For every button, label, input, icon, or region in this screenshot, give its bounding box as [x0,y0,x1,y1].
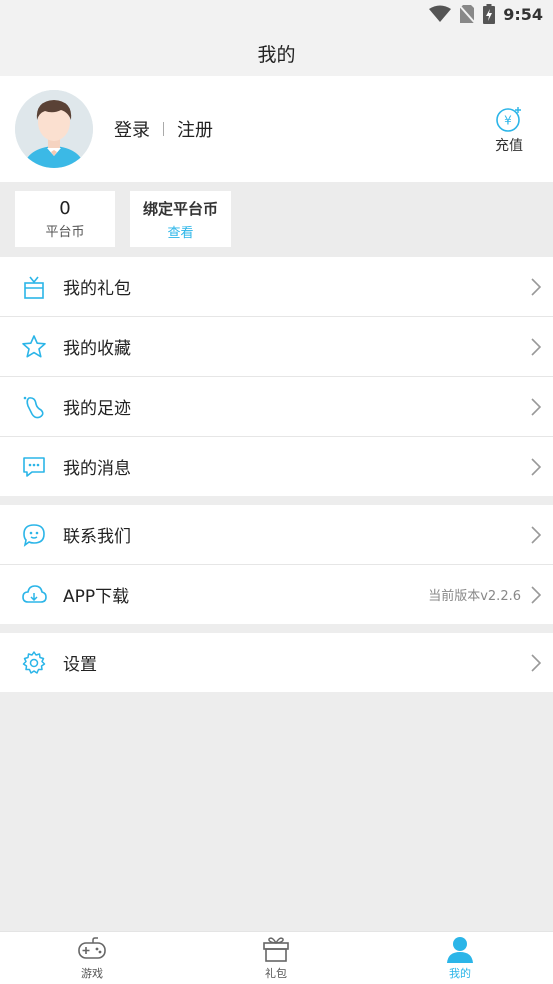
user-icon [447,937,473,963]
chevron-right-icon [531,654,541,672]
app-version-text: 当前版本v2.2.6 [428,589,521,604]
recharge-button[interactable]: ¥ 充值 [493,105,525,155]
chevron-right-icon [531,458,541,476]
chevron-right-icon [531,586,541,604]
gamepad-icon [78,937,106,959]
menu-label: 联系我们 [63,527,131,547]
menu-item-contact-us[interactable]: 联系我们 [0,505,553,565]
chevron-right-icon [531,526,541,544]
bound-coin-title: 绑定平台币 [142,199,218,218]
tab-gifts[interactable]: 礼包 [231,934,321,981]
gear-icon [22,651,46,674]
auth-links: 登录 注册 [114,116,213,142]
menu-item-settings[interactable]: 设置 [0,633,553,692]
bottom-tab-bar: 游戏 礼包 我的 [0,931,553,984]
chevron-right-icon [531,398,541,416]
tab-label: 游戏 [81,967,103,980]
platform-coin-label: 平台币 [45,225,85,240]
cloud-download-icon [22,585,47,603]
gift-box-icon [24,276,44,299]
menu-label: 我的消息 [63,459,131,479]
menu-group-settings: 设置 [0,633,553,692]
menu-group-support: 联系我们 APP下载 当前版本v2.2.6 [0,505,553,624]
chevron-right-icon [531,338,541,356]
menu-item-my-gifts[interactable]: 我的礼包 [0,257,553,317]
menu-label: 我的收藏 [63,339,131,359]
chat-bubble-icon [23,524,45,547]
menu-label: APP下载 [63,587,130,607]
menu-item-my-footprints[interactable]: 我的足迹 [0,377,553,437]
login-link[interactable]: 登录 [114,116,150,142]
svg-text:¥: ¥ [504,114,512,128]
auth-divider [163,122,164,136]
wifi-icon [429,5,452,22]
menu-item-my-favorites[interactable]: 我的收藏 [0,317,553,377]
register-link[interactable]: 注册 [177,116,213,142]
status-bar: 9:54 [0,0,553,30]
avatar[interactable] [15,90,93,168]
message-icon [23,457,45,477]
clock: 9:54 [503,4,543,24]
no-sim-icon [459,4,476,24]
platform-coin-value: 0 [59,198,71,219]
platform-coin-card[interactable]: 0 平台币 [15,191,115,247]
tab-games[interactable]: 游戏 [47,934,137,981]
menu-item-my-messages[interactable]: 我的消息 [0,437,553,496]
coin-section: 0 平台币 绑定平台币 查看 [0,182,553,257]
footprint-icon [23,396,44,419]
menu-label: 我的足迹 [63,399,131,419]
page-title-bar: 我的 [0,30,553,76]
menu-label: 设置 [63,655,97,675]
menu-label: 我的礼包 [63,279,131,299]
battery-icon [483,4,496,24]
star-icon [22,335,46,358]
recharge-label: 充值 [495,138,523,154]
gift-icon [263,937,289,962]
tab-mine[interactable]: 我的 [415,934,505,981]
yuan-coin-icon: ¥ [496,107,521,132]
menu-item-app-download[interactable]: APP下载 当前版本v2.2.6 [0,565,553,624]
page-title: 我的 [257,43,296,66]
tab-label: 礼包 [265,967,287,980]
chevron-right-icon [531,278,541,296]
bound-coin-view-link[interactable]: 查看 [167,222,193,241]
menu-group-personal: 我的礼包 我的收藏 我的足迹 我的消息 [0,257,553,496]
tab-label: 我的 [449,967,471,980]
profile-card: 登录 注册 ¥ 充值 [0,76,553,182]
bound-coin-card[interactable]: 绑定平台币 查看 [130,191,231,247]
status-icons: 9:54 [429,4,543,24]
default-avatar-icon [15,90,93,168]
